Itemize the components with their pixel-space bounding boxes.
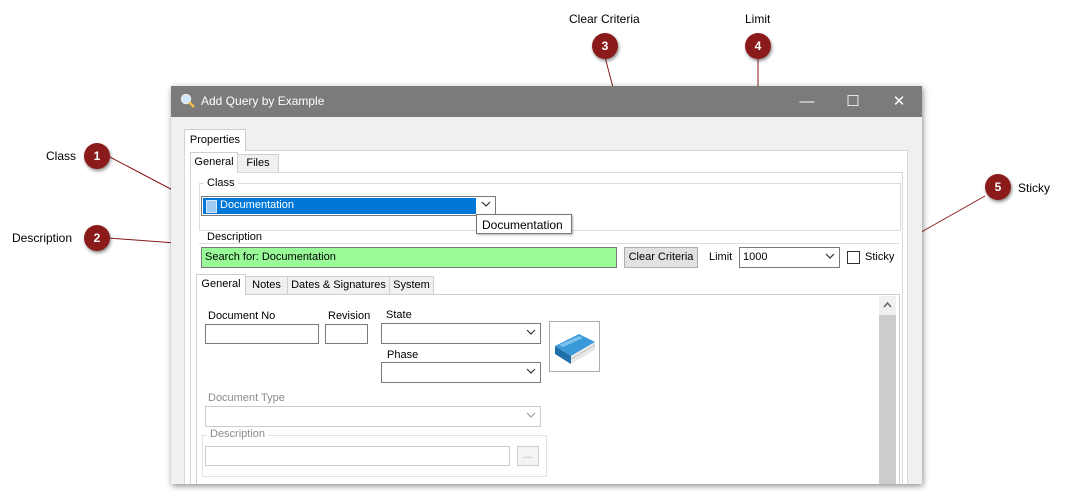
callout-label-class: Class [46, 149, 77, 163]
document-icon [206, 200, 217, 213]
class-combo[interactable]: Documentation [201, 196, 496, 216]
class-tooltip-text: Documentation [482, 218, 563, 232]
maximize-button[interactable]: ☐ [830, 86, 876, 117]
callout-badge-3: 3 [592, 33, 618, 59]
tab-files[interactable]: Files [237, 154, 279, 173]
callout-label-clear-criteria: Clear Criteria [569, 12, 640, 26]
tab-dates-signatures[interactable]: Dates & Signatures [287, 276, 390, 295]
chevron-down-icon[interactable] [526, 366, 536, 379]
class-selected-value: Documentation [220, 199, 294, 211]
tab-properties[interactable]: Properties [184, 129, 246, 151]
chevron-down-icon[interactable] [481, 199, 491, 212]
state-label: State [386, 309, 412, 321]
class-image-box [549, 321, 600, 372]
document-no-input[interactable] [205, 324, 319, 344]
state-combo[interactable] [381, 323, 541, 344]
title-bar[interactable]: Add Query by Example — ☐ ✕ [171, 86, 922, 117]
tab-general[interactable]: General [190, 152, 238, 173]
sticky-label: Sticky [865, 251, 895, 263]
limit-value: 1000 [743, 251, 768, 263]
minimize-button[interactable]: — [784, 86, 830, 117]
callout-badge-5: 5 [985, 174, 1011, 200]
document-type-combo[interactable] [205, 406, 541, 427]
callout-badge-4: 4 [745, 33, 771, 59]
scrollbar-thumb[interactable] [879, 315, 896, 484]
clear-criteria-button[interactable]: Clear Criteria [624, 247, 698, 268]
callout-label-sticky: Sticky [1018, 181, 1051, 195]
chevron-down-icon[interactable] [526, 410, 536, 423]
description-group-title: Description [204, 231, 266, 243]
phase-label: Phase [387, 349, 419, 361]
tab-notes[interactable]: Notes [245, 276, 288, 295]
tab-inner-general[interactable]: General [196, 274, 246, 295]
class-selected-item: Documentation [203, 198, 476, 214]
window-title: Add Query by Example [201, 94, 325, 108]
limit-combo[interactable]: 1000 [739, 247, 840, 268]
vertical-scrollbar[interactable] [879, 296, 896, 484]
book-icon [553, 328, 597, 369]
description-field[interactable]: Search for: Documentation [201, 247, 617, 268]
close-button[interactable]: ✕ [876, 86, 922, 117]
phase-combo[interactable] [381, 362, 541, 383]
tab-system[interactable]: System [389, 276, 434, 295]
magnifier-icon [180, 93, 196, 112]
sticky-checkbox[interactable] [847, 251, 860, 264]
class-group-title: Class [204, 177, 238, 189]
revision-label: Revision [328, 310, 371, 322]
document-no-label: Document No [208, 310, 276, 322]
revision-input[interactable] [325, 324, 368, 344]
callout-badge-1: 1 [84, 143, 110, 169]
chevron-down-icon[interactable] [526, 327, 536, 340]
add-query-dialog: Add Query by Example — ☐ ✕ Properties Ge… [171, 86, 922, 484]
chevron-down-icon[interactable] [825, 251, 835, 264]
description-browse-button[interactable]: ... [517, 446, 539, 466]
callout-label-limit: Limit [745, 12, 771, 26]
callout-label-description: Description [12, 231, 73, 245]
limit-label: Limit [709, 251, 733, 263]
class-tooltip: Documentation [476, 214, 572, 234]
chevron-up-icon[interactable] [883, 299, 892, 311]
form-description-input[interactable] [205, 446, 510, 466]
callout-badge-2: 2 [84, 225, 110, 251]
description-field-value: Search for: Documentation [205, 251, 336, 263]
form-description-label: Description [207, 428, 269, 440]
document-type-label: Document Type [208, 392, 285, 404]
